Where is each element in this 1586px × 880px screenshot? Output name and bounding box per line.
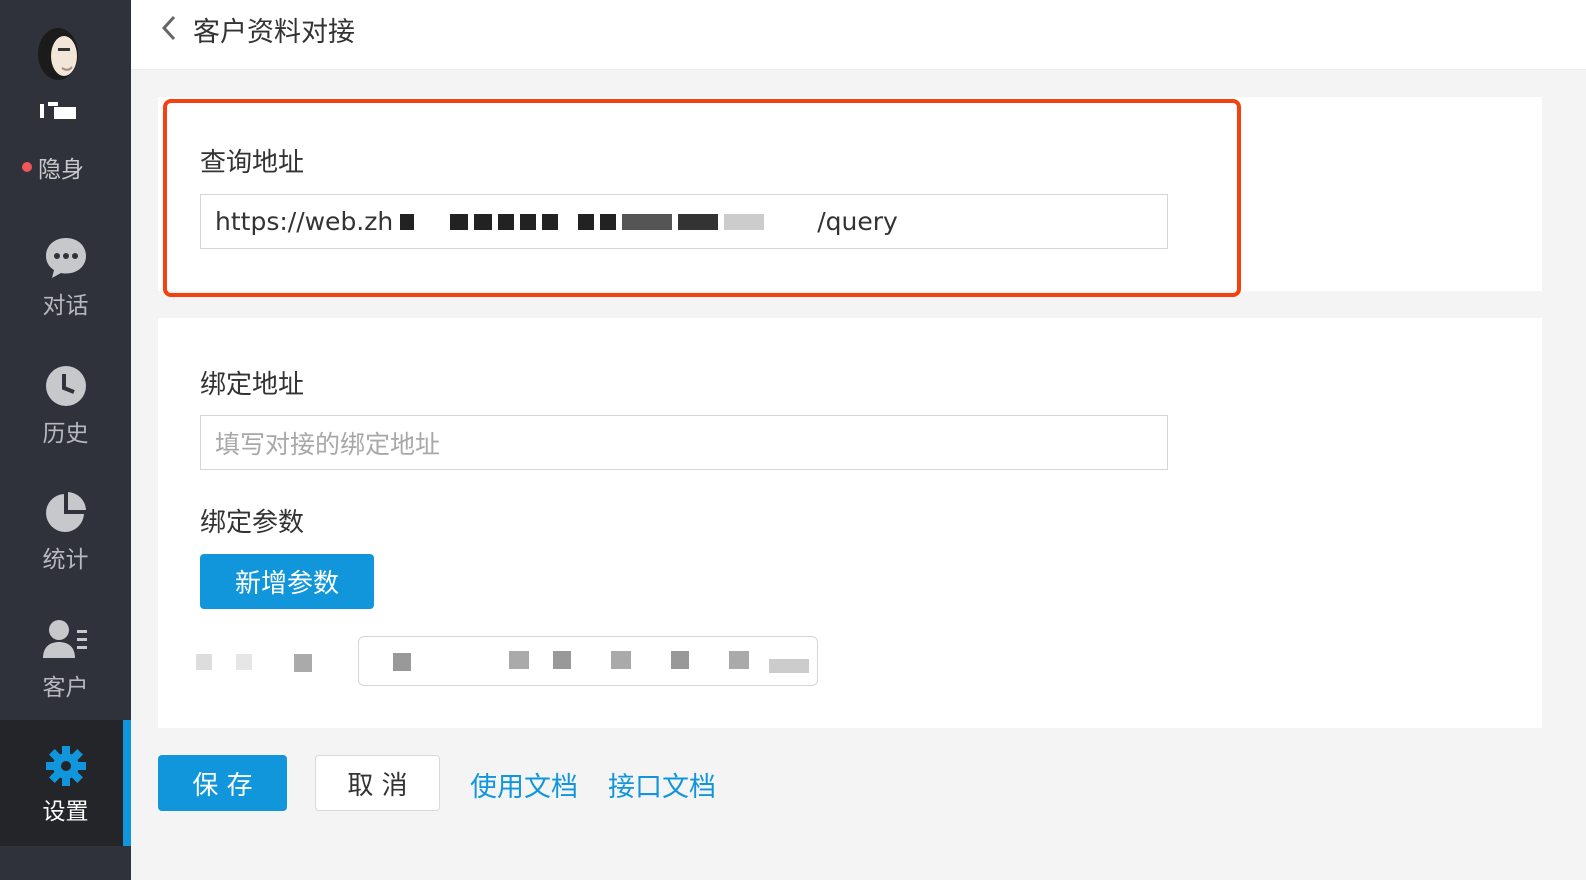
sidebar-item-customers[interactable]: 客户 [0,618,131,728]
sidebar-item-label: 设置 [42,799,89,825]
username [40,100,80,122]
page-header: 客户资料对接 [131,0,1586,70]
chat-icon [45,238,86,278]
query-url-input[interactable]: https://web.zh /query [200,194,1168,249]
clock-icon [45,366,86,406]
sidebar-item-label: 客户 [42,675,89,701]
sidebar-item-label: 对话 [42,293,89,319]
customer-icon [42,620,87,658]
bind-url-input[interactable]: 填写对接的绑定地址 [200,415,1168,470]
redacted-text [397,213,813,230]
cancel-button[interactable]: 取 消 [315,755,440,811]
param-row [190,636,830,686]
online-status[interactable]: 隐身 [22,150,84,184]
sidebar-item-chat[interactable]: 对话 [0,236,131,346]
gear-icon [45,746,86,786]
query-url-prefix: https://web.zh [215,207,394,236]
page-title: 客户资料对接 [193,17,355,48]
sidebar: 隐身 对话 历史 统计 客户 设置 [0,0,131,880]
status-dot-icon [22,162,32,172]
query-url-suffix: /query [817,207,898,236]
bind-params-label: 绑定参数 [200,508,305,538]
bind-url-placeholder: 填写对接的绑定地址 [215,429,441,459]
save-button[interactable]: 保 存 [158,755,287,811]
active-indicator [123,720,131,846]
sidebar-item-label: 历史 [42,421,89,447]
pie-chart-icon [45,492,86,532]
status-label: 隐身 [38,157,84,183]
usage-docs-link[interactable]: 使用文档 [470,765,578,804]
param-value-input[interactable] [358,636,818,686]
sidebar-item-settings[interactable]: 设置 [0,720,131,846]
sidebar-item-stats[interactable]: 统计 [0,490,131,600]
api-docs-link[interactable]: 接口文档 [608,765,716,804]
back-arrow-icon[interactable] [159,14,179,42]
avatar[interactable] [28,18,84,84]
sidebar-item-history[interactable]: 历史 [0,364,131,474]
sidebar-item-label: 统计 [42,547,89,573]
add-param-button[interactable]: 新增参数 [200,554,374,609]
bind-url-label: 绑定地址 [200,370,305,400]
query-label: 查询地址 [200,148,305,178]
